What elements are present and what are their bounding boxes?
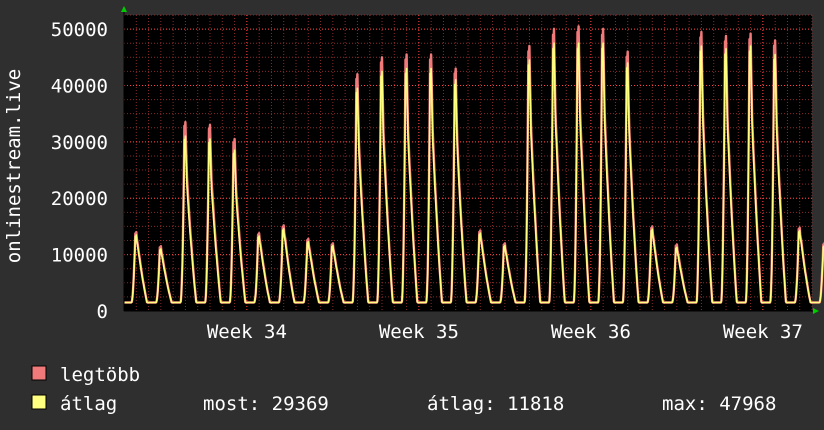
x-tick-label: Week 37 [723,321,803,343]
legend: legtöbb átlag most: 29369 átlag: 11818 m… [31,364,776,415]
y-tick-label: 20000 [51,188,108,210]
x-tick-label: Week 35 [379,321,459,343]
legend-label-max: legtöbb [60,364,140,386]
y-axis-label: onlinestream.live [3,69,25,263]
y-tick-label: 0 [97,301,108,323]
y-tick-label: 40000 [51,75,108,97]
x-tick-label: Week 36 [551,321,631,343]
y-tick-label: 50000 [51,19,108,41]
y-axis-arrow [121,6,127,12]
x-tick-labels: Week 34 Week 35 Week 36 Week 37 [207,321,803,343]
y-tick-label: 30000 [51,132,108,154]
x-tick-label: Week 34 [207,321,287,343]
y-tick-labels: 0 10000 20000 30000 40000 50000 [51,19,108,323]
y-tick-label: 10000 [51,245,108,267]
chart-root: 0 10000 20000 30000 40000 50000 Week 34 Week 3… [0,0,824,430]
legend-label-avg: átlag [60,393,117,415]
legend-swatch-avg [31,394,47,410]
chart-svg: 01000020000300004000050000 Week 34 Week 3… [3,6,824,415]
stat-current: most: 29369 [203,393,329,415]
stat-max: max: 47968 [662,393,776,415]
legend-swatch-max [31,365,47,381]
stat-average: átlag: 11818 [427,393,564,415]
